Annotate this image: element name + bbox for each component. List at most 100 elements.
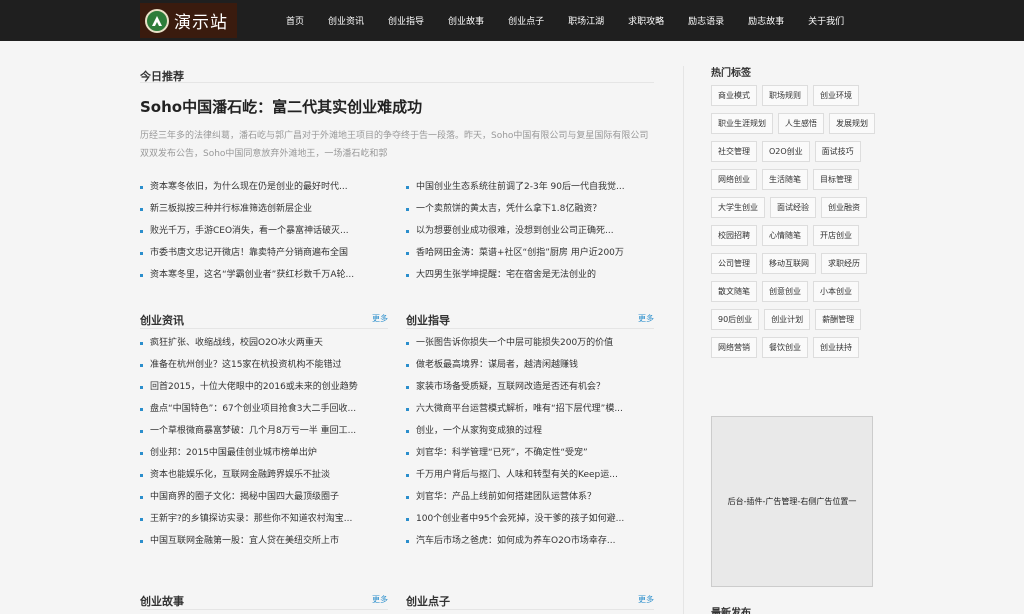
recommend-list-left: 资本寒冬依旧，为什么现在仍是创业的最好时代... 新三板拟按三种并行标准筛选创新层… (140, 173, 388, 286)
more-link[interactable]: 更多 (372, 313, 388, 324)
recommend-list-right: 中国创业生态系统往前调了2-3年 90后一代自我觉... 一个卖煎饼的黄太吉，凭什… (406, 173, 654, 286)
tag-link[interactable]: 小本创业 (813, 281, 859, 302)
tag-link[interactable]: 创业计划 (764, 309, 811, 330)
list-item[interactable]: 新三板拟按三种并行标准筛选创新层企业 (140, 198, 388, 220)
nav-item[interactable]: 创业点子 (496, 14, 556, 27)
list-item[interactable]: 资本也能娱乐化，互联网金融跨界娱乐不扯淡 (140, 464, 388, 486)
sidebar-ad[interactable]: 后台-插件-广告管理-右侧广告位置一 (711, 416, 873, 587)
tag-link[interactable]: 网络营销 (711, 337, 757, 358)
top-navbar: 演示站 首页 创业资讯 创业指导 创业故事 创业点子 职场江湖 求职攻略 励志语录 励志故事 关于… (0, 0, 1024, 41)
list-item[interactable]: 大四男生张学坤提醒：宅在宿舍是无法创业的 (406, 264, 654, 286)
tag-link[interactable]: 创业环境 (813, 85, 859, 106)
list-item[interactable]: 创业邦：2015中国最佳创业城市榜单出炉 (140, 442, 388, 464)
list-item[interactable]: 一个卖煎饼的黄太吉，凭什么拿下1.8亿融资？ (406, 198, 654, 220)
tag-link[interactable]: 社交管理 (711, 141, 757, 162)
list-item[interactable]: 中国商界的圈子文化：揭秘中国四大最顶级圈子 (140, 486, 388, 508)
ad-text: 后台-插件-广告管理-右侧广告位置一 (727, 497, 857, 506)
list-item[interactable]: 100个创业者中95个会死掉，没干爹的孩子如何避... (406, 508, 654, 530)
tag-link[interactable]: 心情随笔 (762, 225, 808, 246)
tag-link[interactable]: 创意创业 (762, 281, 808, 302)
section-stories: 创业故事 更多 (140, 590, 388, 610)
nav-item[interactable]: 职场江湖 (556, 14, 616, 27)
list-item[interactable]: 回首2015，十位大佬眼中的2016或未来的创业趋势 (140, 376, 388, 398)
list-item[interactable]: 一张图告诉你损失一个中层可能损失200万的价值 (406, 332, 654, 354)
nav-item[interactable]: 创业指导 (376, 14, 436, 27)
tag-link[interactable]: 求职经历 (821, 253, 867, 274)
recommend-header: 今日推荐 (140, 65, 654, 83)
tag-link[interactable]: 散文随笔 (711, 281, 757, 302)
list-item[interactable]: 一个草根微商暴富梦破：几个月8万亏一半 重回工... (140, 420, 388, 442)
section-header: 创业资讯 更多 (140, 309, 388, 329)
tag-link[interactable]: 移动互联网 (762, 253, 816, 274)
logo-text: 演示站 (174, 13, 228, 33)
tag-link[interactable]: 生活随笔 (762, 169, 808, 190)
main-nav: 首页 创业资讯 创业指导 创业故事 创业点子 职场江湖 求职攻略 励志语录 励志故事 关于我们 (274, 0, 856, 41)
list-item[interactable]: 盘点“中国特色”：67个创业项目抢食3大二手回收... (140, 398, 388, 420)
list-item[interactable]: 市委书唐文忠记开微店！靠卖特产分销商遍布全国 (140, 242, 388, 264)
section-header: 创业故事 更多 (140, 590, 388, 610)
nav-item[interactable]: 创业资讯 (316, 14, 376, 27)
more-link[interactable]: 更多 (638, 313, 654, 324)
list-item[interactable]: 资本寒冬里，这名“学霸创业者”获红杉数千万A轮... (140, 264, 388, 286)
tag-link[interactable]: 创业扶持 (813, 337, 859, 358)
tag-link[interactable]: 餐饮创业 (762, 337, 808, 358)
tag-link[interactable]: 公司管理 (711, 253, 757, 274)
section-title: 创业故事 (140, 595, 184, 608)
tag-link[interactable]: 大学生创业 (711, 197, 765, 218)
tag-link[interactable]: 创业融资 (821, 197, 867, 218)
site-logo[interactable]: 演示站 (140, 3, 237, 38)
tag-link[interactable]: 发展规划 (829, 113, 875, 134)
section-ideas: 创业点子 更多 (406, 590, 654, 610)
list-item[interactable]: 千万用户背后与抠门、人味和转型有关的Keep运... (406, 464, 654, 486)
nav-item[interactable]: 关于我们 (796, 14, 856, 27)
tag-link[interactable]: 开店创业 (813, 225, 859, 246)
more-link[interactable]: 更多 (372, 594, 388, 605)
list-item[interactable]: 六大微商平台运营模式解析，唯有“招下层代理”模... (406, 398, 654, 420)
list-item[interactable]: 创业，一个从家狗变成狼的过程 (406, 420, 654, 442)
section-header: 创业指导 更多 (406, 309, 654, 329)
tag-link[interactable]: 90后创业 (711, 309, 760, 330)
hot-tags-title: 热门标签 (711, 68, 751, 79)
section-title: 创业指导 (406, 314, 450, 327)
list-item[interactable]: 王新宇?的乡镇探访实录：那些你不知道农村淘宝... (140, 508, 388, 530)
list-item[interactable]: 以为想要创业成功很难，没想到创业公司正确死... (406, 220, 654, 242)
recommend-title: 今日推荐 (140, 70, 184, 83)
list-item[interactable]: 败光千万，手游CEO消失，看一个暴富神话破灭... (140, 220, 388, 242)
list-item[interactable]: 中国互联网金融第一股：宜人贷在美纽交所上市 (140, 530, 388, 552)
tag-link[interactable]: 网络创业 (711, 169, 757, 190)
nav-item[interactable]: 励志故事 (736, 14, 796, 27)
tag-link[interactable]: 商业模式 (711, 85, 757, 106)
list-item[interactable]: 家装市场备受质疑，互联网改造是否还有机会？ (406, 376, 654, 398)
list-item[interactable]: 香哈网田金涛：菜谱+社区“创指”厨房 用户近200万 (406, 242, 654, 264)
list-item[interactable]: 刘官华：产品上线前如何搭建团队运营体系？ (406, 486, 654, 508)
list-item[interactable]: 疯狂扩张、收缩战线，校园O2O冰火两重天 (140, 332, 388, 354)
tag-link[interactable]: 职场规则 (762, 85, 808, 106)
nav-item[interactable]: 首页 (274, 14, 316, 27)
section-news: 创业资讯 更多 疯狂扩张、收缩战线，校园O2O冰火两重天 准备在杭州创业？这15家… (140, 309, 388, 552)
sidebar-divider (683, 66, 684, 614)
tag-link[interactable]: 职业生涯规划 (711, 113, 773, 134)
tag-link[interactable]: 人生感悟 (778, 113, 824, 134)
hot-tags: 商业模式 职场规则 创业环境职业生涯规划 人生感悟 发展规划社交管理 O2O创业 面试技巧网… (711, 85, 876, 358)
tag-link[interactable]: 薪酬管理 (815, 309, 862, 330)
tag-link[interactable]: 校园招聘 (711, 225, 757, 246)
nav-item[interactable]: 励志语录 (676, 14, 736, 27)
logo-badge-icon (145, 8, 169, 33)
list-item[interactable]: 准备在杭州创业？这15家在杭投资机构不能错过 (140, 354, 388, 376)
list-item[interactable]: 刘官华：科学管理“已死”，不确定性“受宠” (406, 442, 654, 464)
tag-link[interactable]: 面试经验 (770, 197, 816, 218)
nav-item[interactable]: 求职攻略 (616, 14, 676, 27)
tag-link[interactable]: 面试技巧 (814, 141, 861, 162)
tag-link[interactable]: O2O创业 (762, 141, 810, 162)
nav-item[interactable]: 创业故事 (436, 14, 496, 27)
list-item[interactable]: 资本寒冬依旧，为什么现在仍是创业的最好时代... (140, 176, 388, 198)
list-item[interactable]: 中国创业生态系统往前调了2-3年 90后一代自我觉... (406, 176, 654, 198)
section-header: 创业点子 更多 (406, 590, 654, 610)
latest-title: 最新发布 (711, 608, 751, 614)
headline-link[interactable]: Soho中国潘石屹：富二代其实创业难成功 (140, 96, 422, 117)
list-item[interactable]: 做老板最高境界：谋局者，越清闲越赚钱 (406, 354, 654, 376)
more-link[interactable]: 更多 (638, 594, 654, 605)
list-item[interactable]: 汽车后市场之爸虎：如何成为养车O2O市场幸存... (406, 530, 654, 552)
section-title: 创业点子 (406, 595, 450, 608)
tag-link[interactable]: 目标管理 (813, 169, 859, 190)
